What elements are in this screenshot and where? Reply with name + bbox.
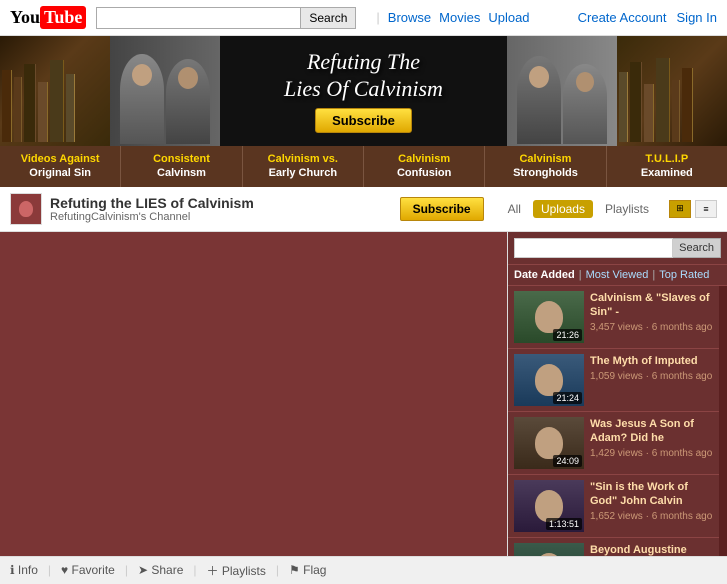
sidebar-sort: Date Added | Most Viewed | Top Rated [508,265,727,286]
video-duration: 1:13:51 [546,518,582,530]
video-list-item[interactable]: 0:48Beyond Augustine Teaser -views · 6 m… [508,538,719,556]
scrollbar[interactable] [719,286,727,556]
sign-in-link[interactable]: Sign In [677,10,717,25]
video-list-item[interactable]: 24:09 Was Jesus A Son of Adam? Did he1,42… [508,412,719,475]
search-button[interactable]: Search [301,7,356,29]
video-list-item[interactable]: 21:26 Calvinism & "Slaves of Sin" -3,457 … [508,286,719,349]
banner-subscribe-button[interactable]: Subscribe [315,108,412,133]
cat-tab-5[interactable]: T.U.L.I.P Examined [607,146,727,187]
nav-movies[interactable]: Movies [439,10,480,25]
video-list-item[interactable]: 21:24 The Myth of Imputed 1,059 views · 6 … [508,349,719,412]
channel-header: Refuting the LIES of Calvinism RefutingC… [0,187,727,232]
video-thumbnail: 21:24 [514,354,584,406]
site-header: YouTube Search | Browse Movies Upload Cr… [0,0,727,36]
video-stats: 1,059 views · 6 months ago [590,370,713,384]
video-player-area[interactable] [0,232,507,556]
sidebar-video-list: 21:26 Calvinism & "Slaves of Sin" -3,457 … [508,286,719,556]
header-account: Create Account Sign In [578,10,717,25]
channel-icon [10,193,42,225]
playlists-button[interactable]: ＋ Playlists [207,562,266,579]
view-icon-list[interactable]: ⊞ [669,200,691,218]
video-duration: 21:26 [553,329,582,341]
cat-tab-3[interactable]: Calvinism Confusion [364,146,485,187]
cat-tab-0[interactable]: Videos Against Original Sin [0,146,121,187]
channel-sub-name: RefutingCalvinism's Channel [50,211,392,223]
channel-subscribe-button[interactable]: Subscribe [400,197,484,221]
main-content: Search Date Added | Most Viewed | Top Ra… [0,232,727,556]
cat-tab-1[interactable]: Consistent Calvinsm [121,146,242,187]
cat-tab-4[interactable]: Calvinism Strongholds [485,146,606,187]
banner-center: Refuting The Lies Of Calvinism Subscribe [220,36,507,146]
sidebar-search: Search [508,232,727,265]
sidebar-search-button[interactable]: Search [673,238,721,258]
banner-people-right [507,36,617,146]
video-stats: 1,652 views · 6 months ago [590,510,713,524]
banner-people-left [110,36,220,146]
logo-you: You [10,7,40,28]
video-duration: 21:24 [553,392,582,404]
video-title: Was Jesus A Son of Adam? Did he [590,417,713,446]
video-title: Calvinism & "Slaves of Sin" - [590,291,713,320]
sidebar: Search Date Added | Most Viewed | Top Ra… [507,232,727,556]
video-stats: 3,457 views · 6 months ago [590,321,713,335]
sort-top-rated[interactable]: Top Rated [659,269,709,281]
nav-browse[interactable]: Browse [388,10,431,25]
video-title: "Sin is the Work of God" John Calvin [590,480,713,509]
video-thumbnail: 24:09 [514,417,584,469]
channel-info: Refuting the LIES of Calvinism RefutingC… [50,195,392,223]
channel-tabs: All Uploads Playlists [502,200,655,218]
banner-title: Refuting The Lies Of Calvinism [284,49,443,102]
video-list-item[interactable]: 1:13:51 "Sin is the Work of God" John Cal… [508,475,719,538]
video-thumbnail: 1:13:51 [514,480,584,532]
share-button[interactable]: ➤ Share [138,563,183,577]
flag-button[interactable]: ⚑ Flag [289,563,326,577]
sort-most-viewed[interactable]: Most Viewed [586,269,649,281]
favorite-button[interactable]: ♥ Favorite [61,563,115,577]
nav-upload[interactable]: Upload [488,10,529,25]
sort-date-added[interactable]: Date Added [514,269,575,281]
video-stats: 1,429 views · 6 months ago [590,447,713,461]
search-input[interactable] [96,7,301,29]
banner-books-left [0,36,110,146]
video-title: The Myth of Imputed [590,354,713,368]
search-form: Search [96,7,356,29]
info-button[interactable]: ℹ Info [10,563,38,577]
banner-books-right [617,36,727,146]
channel-banner: Refuting The Lies Of Calvinism Subscribe [0,36,727,146]
video-duration: 24:09 [553,455,582,467]
video-thumbnail: 21:26 [514,291,584,343]
view-icons: ⊞ ≡ [669,200,717,218]
logo[interactable]: YouTube [10,6,86,29]
tab-playlists[interactable]: Playlists [599,200,655,218]
channel-name: Refuting the LIES of Calvinism [50,195,392,211]
bottom-bar: ℹ Info | ♥ Favorite | ➤ Share | ＋ Playli… [0,556,727,584]
nav-links: | Browse Movies Upload [376,10,529,25]
cat-tab-2[interactable]: Calvinism vs. Early Church [243,146,364,187]
tab-uploads[interactable]: Uploads [533,200,593,218]
create-account-link[interactable]: Create Account [578,10,667,25]
category-tabs: Videos Against Original Sin Consistent C… [0,146,727,187]
view-icon-grid[interactable]: ≡ [695,200,717,218]
logo-tube: Tube [40,6,86,29]
sidebar-search-input[interactable] [514,238,673,258]
tab-all[interactable]: All [502,200,527,218]
